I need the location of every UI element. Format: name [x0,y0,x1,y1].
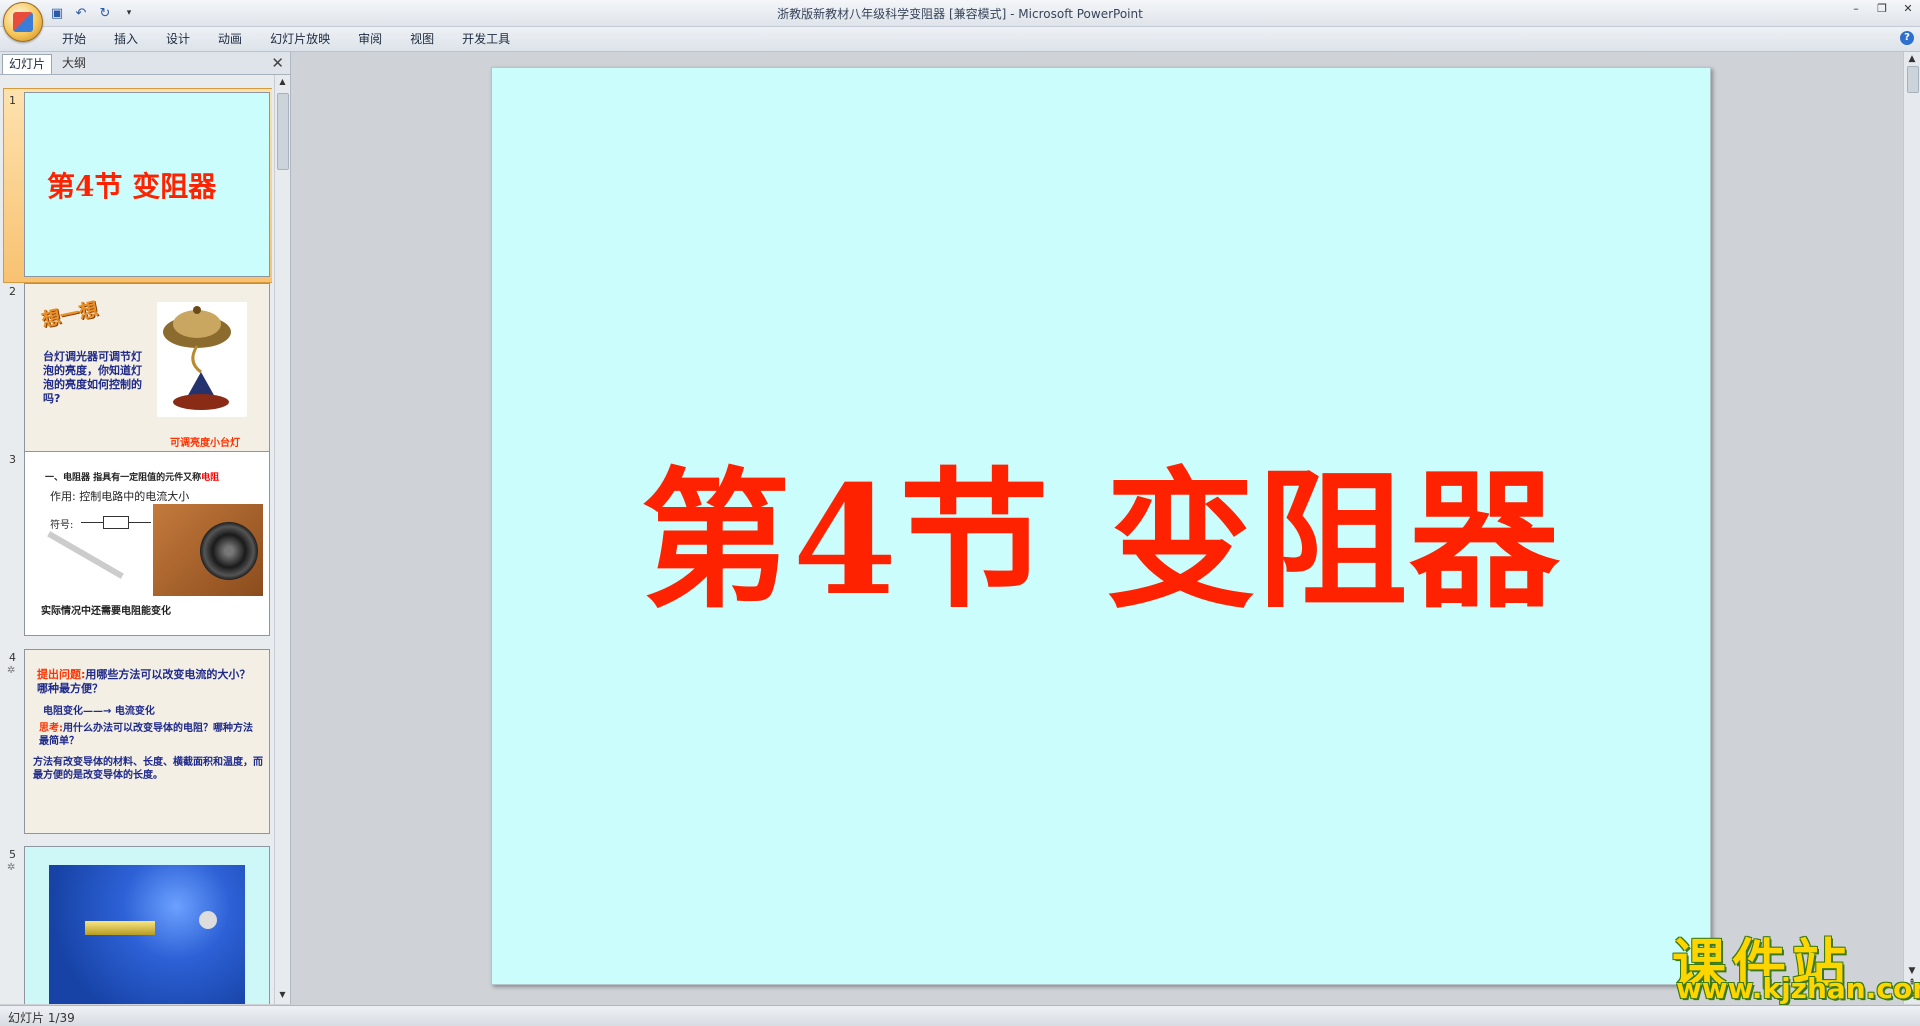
slide-thumbnails: 1 第4节 变阻器 2 想一想 台灯调光器可调节灯泡的亮度，你知道灯泡的亮度如何… [0,75,272,1004]
battery-image [85,921,155,935]
slide-preview: 提出问题:用哪些方法可以改变电流的大小？哪种最方便？ 电阻变化——→ 电流变化 … [24,649,270,834]
slide-counter: 幻灯片 1/39 [8,1011,75,1025]
resistor-image [47,531,124,579]
scrollbar-thumb[interactable] [277,93,289,170]
tab-view[interactable]: 视图 [396,30,448,48]
slide-caption: 可调亮度小台灯 [170,438,240,449]
scroll-up-icon[interactable]: ▲ [1906,54,1918,64]
slide-number: 3 [9,453,16,466]
editor-scrollbar[interactable]: ▲ ▼ ⇞ ⇟ [1903,52,1920,1004]
slide-line: 作用: 控制电路中的电流大小 [50,490,190,503]
slide-think: 思考:用什么办法可以改变导体的电阻？哪种方法最简单？ [39,722,259,748]
ribbon-tabs: 开始 插入 设计 动画 幻灯片放映 审阅 视图 开发工具 [48,30,524,48]
tab-review[interactable]: 审阅 [344,30,396,48]
window-title: 浙教版新教材八年级科学变阻器 [兼容模式] - Microsoft PowerP… [777,7,1143,21]
slide-number: 1 [9,94,16,107]
slide-editor: 第4节 变阻器 [295,52,1900,1004]
tab-insert[interactable]: 插入 [100,30,152,48]
tab-outline[interactable]: 大纲 [56,54,92,73]
bulb-image [199,911,217,929]
title-bar: ▣ ↶ ↻ ▾ 浙教版新教材八年级科学变阻器 [兼容模式] - Microsof… [0,0,1920,42]
slide-question-label: 提出问题: [37,668,86,681]
tab-developer[interactable]: 开发工具 [448,30,524,48]
slide-number: 2 [9,285,16,298]
help-icon[interactable]: ? [1900,31,1914,45]
slide-preview: 第4节 变阻器 [24,92,270,277]
simulation-image [49,865,245,1004]
slide-arrow-line: 电阻变化——→ 电流变化 [43,706,155,717]
slide-method: 方法有改变导体的材料、长度、横截面积和温度，而最方便的是改变导体的长度。 [33,757,263,781]
lamp-image [157,302,247,417]
minimize-icon[interactable]: – [1848,2,1864,15]
office-button[interactable] [3,2,43,42]
slide-number: 4 [9,651,16,664]
slide-preview: 一、电阻器 指具有一定阻值的元件又称电阻 作用: 控制电路中的电流大小 符号: … [24,451,270,636]
slide-line-text: 一、电阻器 指具有一定阻值的元件又称 [45,473,202,483]
slide-question: 提出问题:用哪些方法可以改变电流的大小？哪种最方便？ [37,668,257,696]
tab-slide-show[interactable]: 幻灯片放映 [256,30,344,48]
slide-line: 符号: [50,520,74,531]
slide-think-text: 用什么办法可以改变导体的电阻？哪种方法最简单？ [39,723,253,747]
close-icon[interactable]: ✕ [271,54,284,72]
slide-line: 一、电阻器 指具有一定阻值的元件又称电阻 [45,470,219,483]
watermark-url: www.kjzhan.com [1676,972,1920,1005]
tab-home[interactable]: 开始 [48,30,100,48]
scroll-down-icon[interactable]: ▼ [277,990,288,1002]
slide-think-label: 思考: [39,723,63,734]
slide-text: 台灯调光器可调节灯泡的亮度，你知道灯泡的亮度如何控制的吗? [43,350,142,405]
animation-icon: ✲ [7,665,16,676]
current-slide[interactable]: 第4节 变阻器 [491,67,1711,985]
resistor-symbol [103,516,129,529]
office-logo-icon [13,12,33,32]
ribbon-tab-bar: 开始 插入 设计 动画 幻灯片放映 审阅 视图 开发工具 ? [0,27,1920,52]
slide-preview: 想一想 台灯调光器可调节灯泡的亮度，你知道灯泡的亮度如何控制的吗? 可调亮度小台… [24,283,270,468]
slides-pane: 幻灯片 大纲 ✕ 1 第4节 变阻器 2 想一想 台灯调光器可调节灯泡的亮度，你… [0,52,291,1004]
scrollbar-thumb[interactable] [1907,66,1919,93]
scroll-up-icon[interactable]: ▲ [277,77,288,89]
restore-icon[interactable]: ❐ [1874,2,1890,15]
slide-badge: 想一想 [39,298,100,332]
tab-slides[interactable]: 幻灯片 [2,54,53,74]
close-icon[interactable]: ✕ [1900,2,1916,15]
slide-line-red: 电阻 [201,473,220,483]
window-controls: – ❐ ✕ [1848,2,1916,15]
pane-tabs: 幻灯片 大纲 ✕ [0,52,290,75]
animation-icon: ✲ [7,862,16,873]
tab-animations[interactable]: 动画 [204,30,256,48]
speaker-image [200,522,258,580]
thumbnails-scrollbar[interactable]: ▲ ▼ [274,75,290,1004]
slide-number: 5 [9,848,16,861]
slide-title: 第4节 变阻器 [47,170,217,203]
slide-preview [24,846,270,1004]
tab-design[interactable]: 设计 [152,30,204,48]
slide-title[interactable]: 第4节 变阻器 [492,420,1710,637]
slide-line: 实际情况中还需要电阻能变化 [41,606,171,617]
status-bar: 幻灯片 1/39 [0,1005,1920,1026]
